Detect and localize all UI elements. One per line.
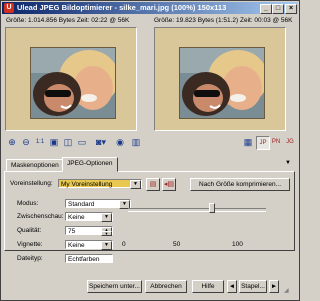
browser-preview-icon[interactable]: ◙▾ [92, 136, 110, 148]
spin-down-icon[interactable]: ▼ [101, 231, 112, 236]
single-view-icon[interactable]: ▭ [76, 136, 88, 148]
chevron-down-icon[interactable]: ▼ [101, 241, 112, 250]
help-button[interactable]: Hilfe [192, 280, 224, 293]
window-title: Ulead JPEG Bildoptimierer - silke_mari.j… [17, 3, 227, 12]
tabs-expand-icon[interactable]: ▼ [285, 160, 291, 166]
chevron-down-icon[interactable]: ▼ [101, 213, 112, 222]
maximize-button[interactable]: □ [272, 4, 284, 14]
compress-by-size-button[interactable]: Nach Größe komprimieren... [190, 178, 290, 191]
title-bar[interactable]: U Ulead JPEG Bildoptimierer - silke_mari… [2, 2, 298, 14]
subsampling-select-value: Keine [68, 214, 85, 221]
subsampling-label: Zwischenschau: [17, 213, 64, 220]
quality-spinner[interactable]: 75 ▲ ▼ [65, 226, 113, 236]
preset-select-value: My Voreinstellung [61, 181, 113, 188]
save-as-button[interactable]: Speichern unter... [87, 280, 142, 293]
preview-toolbar: ⊕ ⊖ 1:1 ▣ ◫ ▭ ◙▾ ◉ ▥ ▦ JP PN JG [4, 136, 294, 150]
optimized-photo [179, 47, 265, 119]
vignette-select-value: Keine [68, 242, 85, 249]
filetype-label: Dateityp: [17, 255, 43, 262]
actual-size-icon[interactable]: 1:1 [34, 136, 46, 148]
original-size-info: Größe: 1.014.856 Bytes Zeit: 02:22 @ 56K [6, 17, 130, 24]
close-button[interactable]: × [285, 4, 297, 14]
mode-label: Modus: [17, 200, 39, 207]
optimized-preview-pane[interactable] [154, 27, 286, 131]
resize-grip-icon[interactable]: ◢ [284, 287, 289, 294]
slider-mid-label: 50 [173, 241, 181, 248]
save-preset-icon[interactable]: ▤ [146, 178, 160, 191]
chevron-down-icon[interactable]: ▼ [130, 180, 141, 189]
mode-select-value: Standard [68, 201, 95, 208]
mode-select[interactable]: Standard ▼ [65, 199, 131, 209]
jpeg-mode-icon[interactable]: JP [256, 136, 270, 150]
options-tabs: Maskenoptionen JPEG-Optionen ▼ [4, 157, 294, 172]
quality-slider-handle[interactable] [208, 203, 215, 213]
cancel-button[interactable]: Abbrechen [145, 280, 187, 293]
preset-select[interactable]: My Voreinstellung ▼ [58, 179, 142, 189]
slider-max-label: 100 [232, 241, 243, 248]
subsampling-select[interactable]: Keine ▼ [65, 212, 113, 222]
slider-min-label: 0 [122, 241, 126, 248]
filetype-select[interactable]: Echtfarben [65, 254, 113, 263]
quality-slider-track[interactable] [128, 208, 266, 212]
vignette-label: Vignette: [17, 241, 43, 248]
quality-label: Qualität: [17, 227, 42, 234]
app-icon: U [4, 3, 14, 13]
minimize-button[interactable]: _ [260, 4, 272, 14]
original-preview-pane[interactable] [5, 27, 137, 131]
preset-label: Voreinstellung: [10, 180, 53, 187]
palette-icon[interactable]: ◉ [114, 136, 126, 148]
delete-preset-icon[interactable]: ◂▤ [162, 178, 176, 191]
quality-spinner-value: 75 [68, 228, 76, 235]
fit-window-icon[interactable]: ▣ [48, 136, 60, 148]
zoom-out-icon[interactable]: ⊖ [20, 136, 32, 148]
filetype-select-value: Echtfarben [68, 256, 100, 263]
vignette-select[interactable]: Keine ▼ [65, 240, 113, 250]
original-photo [30, 47, 116, 119]
optimized-size-info: Größe: 19.823 Bytes (1:51.2) Zeit: 00:03… [154, 17, 293, 24]
split-view-icon[interactable]: ▥ [130, 136, 142, 148]
gif-mode-icon[interactable]: ▦ [242, 136, 254, 148]
nav-prev-button[interactable]: ◄ [227, 280, 237, 293]
tab-jpeg-options[interactable]: JPEG-Optionen [62, 157, 118, 172]
zoom-in-icon[interactable]: ⊕ [6, 136, 18, 148]
other-format-icon[interactable]: JG [284, 136, 296, 148]
nav-next-button[interactable]: ► [269, 280, 279, 293]
batch-button[interactable]: Stapel... [239, 280, 267, 293]
compare-view-icon[interactable]: ◫ [62, 136, 74, 148]
png-mode-icon[interactable]: PN [270, 136, 282, 148]
